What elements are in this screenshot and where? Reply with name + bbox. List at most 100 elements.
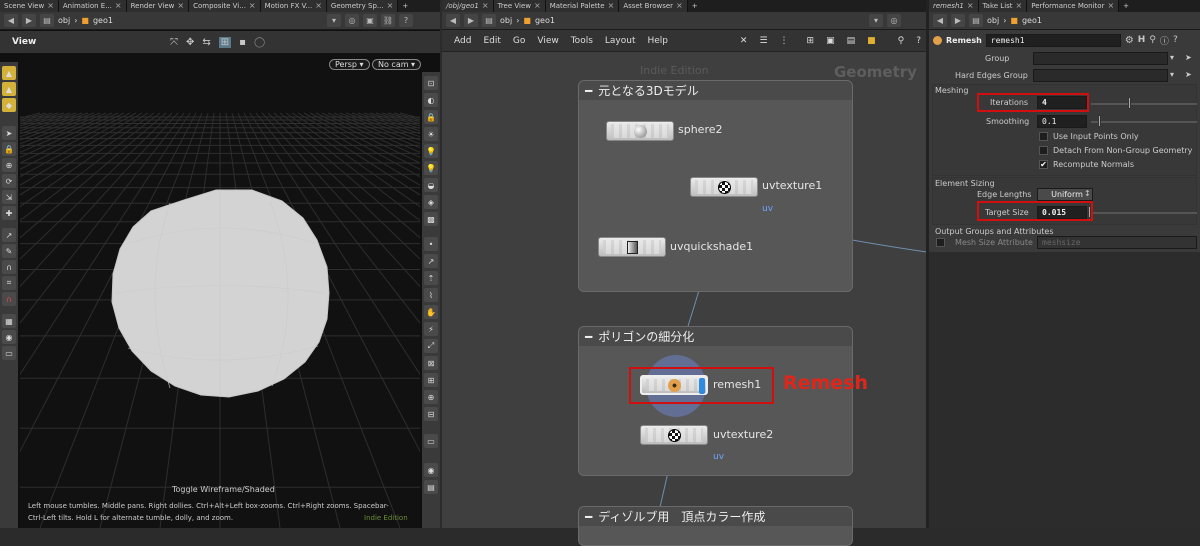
- mesh-size-field[interactable]: meshsize: [1037, 236, 1197, 249]
- collapse-icon[interactable]: ━: [585, 510, 592, 524]
- iterations-slider-handle[interactable]: [1128, 97, 1131, 109]
- edge-lengths-chevron-icon[interactable]: ↕: [1084, 189, 1091, 198]
- tab-scene-view[interactable]: Scene View ×: [0, 0, 59, 12]
- display-options-icon[interactable]: ▣: [362, 14, 377, 27]
- bulb-2-icon[interactable]: 💡: [424, 161, 438, 175]
- close-icon[interactable]: ×: [315, 0, 322, 12]
- dolly-icon[interactable]: ⇆: [202, 37, 210, 48]
- add-tab-button[interactable]: +: [398, 0, 412, 12]
- close-icon[interactable]: ×: [115, 0, 122, 12]
- smoothing-slider-track[interactable]: [1091, 121, 1197, 123]
- display-icon[interactable]: ▭: [2, 346, 16, 360]
- collapse-icon[interactable]: ━: [585, 84, 592, 98]
- prim-normals-icon[interactable]: ⇡: [424, 271, 438, 285]
- path-geo1[interactable]: geo1: [1022, 16, 1042, 25]
- group-select-arrow-icon[interactable]: ➤: [1185, 53, 1192, 62]
- back-arrow-icon[interactable]: ◀: [933, 14, 947, 27]
- node-name-field[interactable]: remesh1: [985, 33, 1121, 47]
- node-uvtexture1[interactable]: [690, 177, 758, 197]
- chevron-down-icon[interactable]: ▾: [326, 14, 341, 27]
- recompute-normals-checkbox[interactable]: ✔: [1039, 160, 1048, 169]
- add-tab-button[interactable]: +: [1119, 0, 1133, 12]
- hard-edges-field[interactable]: [1033, 69, 1168, 82]
- close-icon[interactable]: ×: [1107, 0, 1114, 12]
- select-object-icon[interactable]: ▲: [2, 82, 16, 96]
- smoothing-slider-handle[interactable]: [1098, 115, 1101, 127]
- close-icon[interactable]: ×: [249, 0, 256, 12]
- node-uvquickshade1[interactable]: [598, 237, 666, 257]
- zoom-icon[interactable]: ⊕: [424, 390, 438, 404]
- render-region-icon[interactable]: ▦: [2, 314, 16, 328]
- select-points-icon[interactable]: ◆: [2, 98, 16, 112]
- use-input-points-checkbox[interactable]: [1039, 132, 1048, 141]
- group-dropdown-icon[interactable]: ▾: [1170, 53, 1174, 62]
- hard-edges-select-arrow-icon[interactable]: ➤: [1185, 70, 1192, 79]
- help-icon[interactable]: ?: [1173, 35, 1178, 45]
- close-icon[interactable]: ×: [47, 0, 54, 12]
- record-icon[interactable]: ◯: [254, 37, 265, 48]
- detach-checkbox[interactable]: [1039, 146, 1048, 155]
- tab-render-view[interactable]: Render View ×: [126, 0, 190, 12]
- tab-performance-monitor[interactable]: Performance Monitor ×: [1027, 0, 1120, 12]
- magnet-icon[interactable]: ∩: [2, 260, 16, 274]
- forward-arrow-icon[interactable]: ▶: [22, 14, 36, 27]
- close-icon[interactable]: ×: [177, 0, 184, 12]
- viewport-grid[interactable]: [20, 53, 420, 528]
- lighting-icon[interactable]: ◉: [424, 463, 438, 477]
- pan-icon[interactable]: ✥: [186, 37, 194, 48]
- node-uvtexture2[interactable]: [640, 425, 708, 445]
- grid-icon[interactable]: ⊞: [424, 373, 438, 387]
- iterations-slider-track[interactable]: [1091, 103, 1197, 105]
- viewport-icon[interactable]: ◉: [2, 330, 16, 344]
- reference-icon[interactable]: ⊟: [424, 407, 438, 421]
- node-sphere2[interactable]: [606, 121, 674, 141]
- hard-edges-dropdown-icon[interactable]: ▾: [1170, 70, 1174, 79]
- scale-icon[interactable]: ⇲: [2, 190, 16, 204]
- group-field[interactable]: [1033, 52, 1168, 65]
- lock-camera-icon[interactable]: 🔒: [424, 110, 438, 124]
- rotate-icon[interactable]: ⟳: [2, 174, 16, 188]
- display-option-icon[interactable]: ⊡: [424, 76, 438, 90]
- close-icon[interactable]: ×: [967, 0, 974, 12]
- network-icon[interactable]: ▤: [40, 14, 54, 27]
- handle-icon[interactable]: ✚: [2, 206, 16, 220]
- shading-icon[interactable]: ◒: [424, 178, 438, 192]
- persp-button[interactable]: Persp ▾: [329, 59, 370, 70]
- close-icon[interactable]: ×: [387, 0, 394, 12]
- camera-button[interactable]: No cam ▾: [372, 59, 422, 70]
- info-icon[interactable]: ⓘ: [1160, 34, 1169, 47]
- snap-icon[interactable]: ◎: [344, 14, 359, 27]
- tab-composite-view[interactable]: Composite Vi... ×: [189, 0, 261, 12]
- tab-geometry-spreadsheet[interactable]: Geometry Sp... ×: [326, 0, 399, 12]
- ghost-icon[interactable]: ◐: [424, 93, 438, 107]
- bulb-icon[interactable]: 💡: [424, 144, 438, 158]
- perspective-icon[interactable]: ▤: [424, 480, 438, 494]
- brush-icon[interactable]: ✎: [2, 244, 16, 258]
- texture-icon[interactable]: ▩: [424, 212, 438, 226]
- back-arrow-icon[interactable]: ◀: [4, 14, 18, 27]
- network-box-dissolve-color[interactable]: ━ ディゾルブ用 頂点カラー作成: [578, 506, 853, 546]
- collapse-icon[interactable]: ━: [585, 330, 592, 344]
- tab-animation-editor[interactable]: Animation E... ×: [58, 0, 127, 12]
- search-icon[interactable]: ⚲: [1149, 35, 1156, 45]
- frame-all-icon[interactable]: ⤢: [424, 339, 438, 353]
- path-geo1[interactable]: geo1: [93, 16, 323, 25]
- tab-take-list[interactable]: Take List ×: [978, 0, 1028, 12]
- arrow-icon[interactable]: ➤: [2, 126, 16, 140]
- pose-icon[interactable]: ↗: [2, 228, 16, 242]
- hda-icon[interactable]: H: [1138, 35, 1146, 45]
- transform-icon[interactable]: ⊕: [2, 158, 16, 172]
- forward-arrow-icon[interactable]: ▶: [951, 14, 965, 27]
- path-obj[interactable]: obj: [58, 16, 70, 25]
- smoothing-field[interactable]: 0.1: [1037, 115, 1087, 128]
- tab-motion-fx[interactable]: Motion FX V... ×: [260, 0, 327, 12]
- camera-icon[interactable]: ▪: [239, 37, 246, 48]
- gear-icon[interactable]: ⚙: [1125, 35, 1134, 46]
- hand-icon[interactable]: ✋: [424, 305, 438, 319]
- frame-selected-icon[interactable]: ⊠: [424, 356, 438, 370]
- light-icon[interactable]: ☀: [424, 127, 438, 141]
- uv-icon[interactable]: ⌇: [424, 288, 438, 302]
- help-icon[interactable]: ?: [398, 14, 413, 27]
- tab-remesh1[interactable]: remesh1 ×: [929, 0, 979, 12]
- magnet-red-icon[interactable]: ∩: [2, 292, 16, 306]
